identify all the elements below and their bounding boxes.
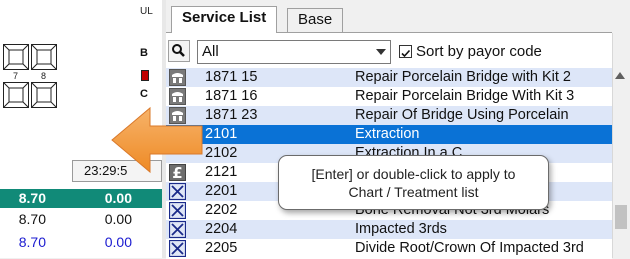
side-letter: B (140, 47, 148, 59)
service-row[interactable]: 2101 Extraction (166, 125, 612, 144)
search-icon (172, 44, 185, 57)
service-description: Repair Porcelain Bridge With Kit 3 (355, 88, 575, 104)
tab-service-list[interactable]: Service List (171, 6, 278, 33)
tooltip: [Enter] or double-click to apply to Char… (278, 155, 549, 210)
tab-base[interactable]: Base (287, 8, 344, 32)
service-description: Divide Root/Crown Of Impacted 3rd (355, 240, 584, 256)
service-list-pane: Service List Base All Sort by payor code… (166, 0, 630, 259)
total-balance: 0.00 (104, 234, 132, 250)
side-letter: C (140, 88, 148, 100)
service-code: 1871 23 (205, 107, 258, 123)
status-marker (141, 70, 149, 81)
service-row[interactable]: 1871 16 Repair Porcelain Bridge With Kit … (166, 87, 612, 106)
service-description: Extraction (355, 126, 420, 142)
service-code: 1871 16 (205, 88, 258, 104)
chevron-down-icon (376, 49, 386, 55)
x-box-icon (168, 239, 187, 258)
scroll-thumb[interactable] (615, 205, 627, 229)
service-code: 2205 (205, 240, 238, 256)
sort-by-payor-label: Sort by payor code (416, 43, 542, 60)
checkmark-icon (401, 49, 411, 58)
service-row[interactable]: 2205 Divide Root/Crown Of Impacted 3rd (166, 239, 612, 258)
tooltip-line: [Enter] or double-click to apply to (311, 166, 516, 182)
service-code: 2121 (205, 164, 238, 180)
bridge-icon (169, 88, 186, 105)
total-amount: 8.70 (18, 211, 46, 227)
totals-row: 8.70 0.00 (0, 234, 162, 254)
service-code: 2101 (205, 126, 238, 142)
service-description: Impacted 3rds (355, 221, 447, 237)
tooth-number: 8 (41, 71, 47, 81)
x-box-icon (168, 201, 187, 220)
service-description: Repair Porcelain Bridge with Kit 2 (355, 69, 571, 85)
service-code: 2202 (205, 202, 238, 218)
totals-row-highlight: 8.70 0.00 (0, 189, 162, 208)
scroll-up-icon[interactable] (615, 72, 625, 79)
tooth-diagram[interactable] (3, 44, 29, 70)
service-code: 1871 15 (205, 69, 258, 85)
total-amount: 8.70 (18, 234, 46, 250)
service-code: 2201 (205, 183, 238, 199)
bridge-icon (169, 69, 186, 86)
total-balance: 0.00 (104, 190, 132, 206)
tooltip-line: Chart / Treatment list (348, 184, 479, 200)
search-button[interactable] (168, 40, 190, 62)
tooth-diagram[interactable] (31, 82, 57, 108)
arrow-left-icon (111, 106, 203, 174)
tooth-number: 7 (13, 71, 19, 81)
service-row[interactable]: 1871 15 Repair Porcelain Bridge with Kit … (166, 68, 612, 87)
service-code: 2204 (205, 221, 238, 237)
x-box-icon (168, 220, 187, 239)
x-box-icon (168, 182, 187, 201)
tooth-diagram[interactable] (3, 82, 29, 108)
total-amount: 8.70 (18, 190, 46, 206)
filter-dropdown[interactable]: All (197, 40, 391, 64)
total-balance: 0.00 (104, 211, 132, 227)
service-row[interactable]: 2204 Impacted 3rds (166, 220, 612, 239)
sort-by-payor-checkbox[interactable] (399, 45, 412, 58)
service-description: Repair Of Bridge Using Porcelain (355, 107, 569, 123)
totals-row: 8.70 0.00 (0, 211, 162, 231)
service-row[interactable]: 1871 23 Repair Of Bridge Using Porcelain (166, 106, 612, 125)
tooth-diagram[interactable] (31, 44, 57, 70)
filter-value: All (202, 43, 219, 60)
quadrant-label: UL (140, 6, 153, 17)
service-code: 2102 (205, 145, 238, 161)
